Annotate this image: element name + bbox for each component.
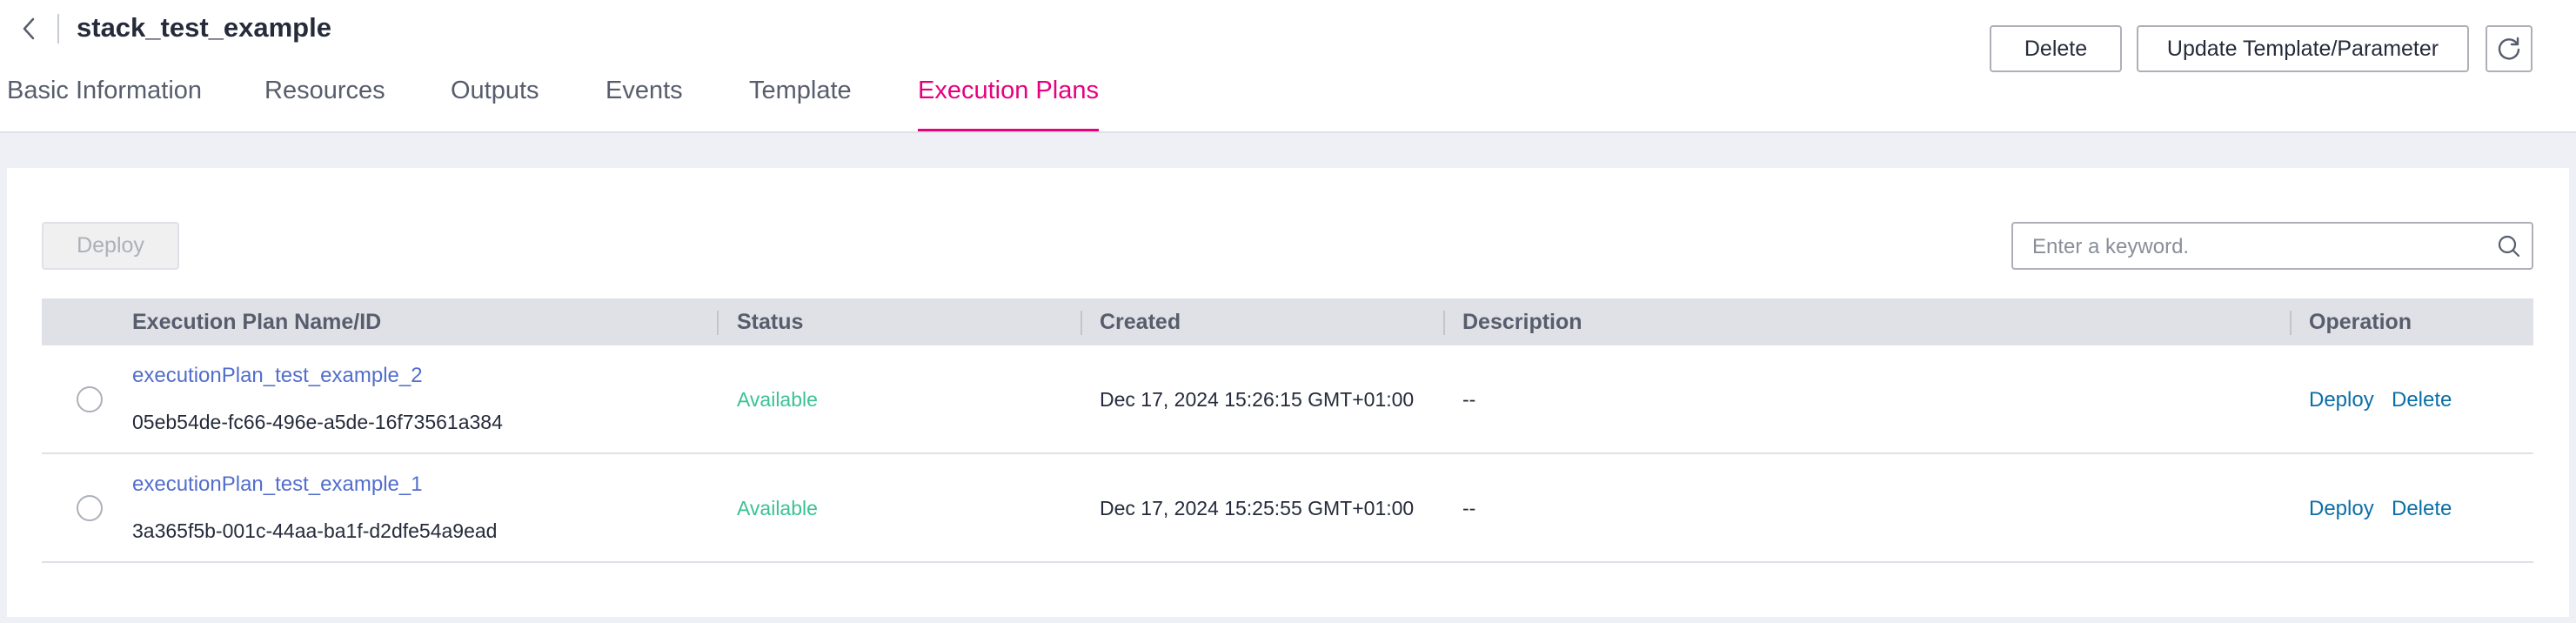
tab-resources[interactable]: Resources	[264, 77, 385, 132]
tab-execution-plans[interactable]: Execution Plans	[918, 77, 1099, 132]
table-row: executionPlan_test_example_2 05eb54de-fc…	[42, 346, 2533, 454]
plan-id: 3a365f5b-001c-44aa-ba1f-d2dfe54a9ead	[132, 519, 498, 542]
description: --	[1462, 497, 1476, 519]
table-row: executionPlan_test_example_1 3a365f5b-00…	[42, 455, 2533, 563]
tab-events[interactable]: Events	[606, 77, 683, 132]
column-separator	[1443, 311, 1445, 335]
created-time: Dec 17, 2024 15:25:55 GMT+01:00	[1100, 497, 1415, 519]
chevron-left-icon	[23, 17, 35, 40]
row-deploy-link[interactable]: Deploy	[2309, 497, 2374, 521]
row-delete-link[interactable]: Delete	[2392, 388, 2452, 412]
page-title: stack_test_example	[77, 12, 331, 43]
row-delete-link[interactable]: Delete	[2392, 497, 2452, 521]
column-separator	[1081, 311, 1082, 335]
tab-basic-information[interactable]: Basic Information	[7, 77, 202, 132]
tab-outputs[interactable]: Outputs	[451, 77, 539, 132]
row-select-radio[interactable]	[77, 386, 103, 412]
back-button[interactable]	[17, 16, 42, 42]
description: --	[1462, 388, 1476, 411]
tab-template[interactable]: Template	[749, 77, 852, 132]
plan-name-link[interactable]: executionPlan_test_example_2	[132, 364, 423, 388]
update-template-button[interactable]: Update Template/Parameter	[2137, 25, 2469, 72]
column-header-created: Created	[1100, 310, 1181, 334]
row-select-radio[interactable]	[77, 495, 103, 521]
search-icon[interactable]	[2497, 234, 2521, 258]
search-input[interactable]	[2031, 231, 2486, 264]
created-time: Dec 17, 2024 15:26:15 GMT+01:00	[1100, 388, 1415, 411]
plan-id: 05eb54de-fc66-496e-a5de-16f73561a384	[132, 411, 503, 433]
column-header-operation: Operation	[2309, 310, 2412, 334]
status-badge: Available	[737, 388, 818, 411]
column-separator	[2290, 311, 2292, 335]
column-header-name: Execution Plan Name/ID	[132, 310, 382, 334]
status-badge: Available	[737, 497, 818, 519]
plan-name-link[interactable]: executionPlan_test_example_1	[132, 472, 423, 497]
refresh-button[interactable]	[2486, 25, 2533, 72]
page-header: stack_test_example Delete Update Templat…	[0, 0, 2576, 133]
search-box	[2011, 222, 2533, 270]
deploy-button[interactable]: Deploy	[42, 222, 179, 270]
column-header-description: Description	[1462, 310, 1582, 334]
refresh-icon	[2498, 37, 2520, 60]
table-header: Execution Plan Name/ID Status Created De…	[42, 298, 2533, 345]
row-deploy-link[interactable]: Deploy	[2309, 388, 2374, 412]
column-header-status: Status	[737, 310, 804, 334]
delete-stack-button[interactable]: Delete	[1990, 25, 2122, 72]
title-divider	[57, 14, 59, 44]
column-separator	[717, 311, 719, 335]
